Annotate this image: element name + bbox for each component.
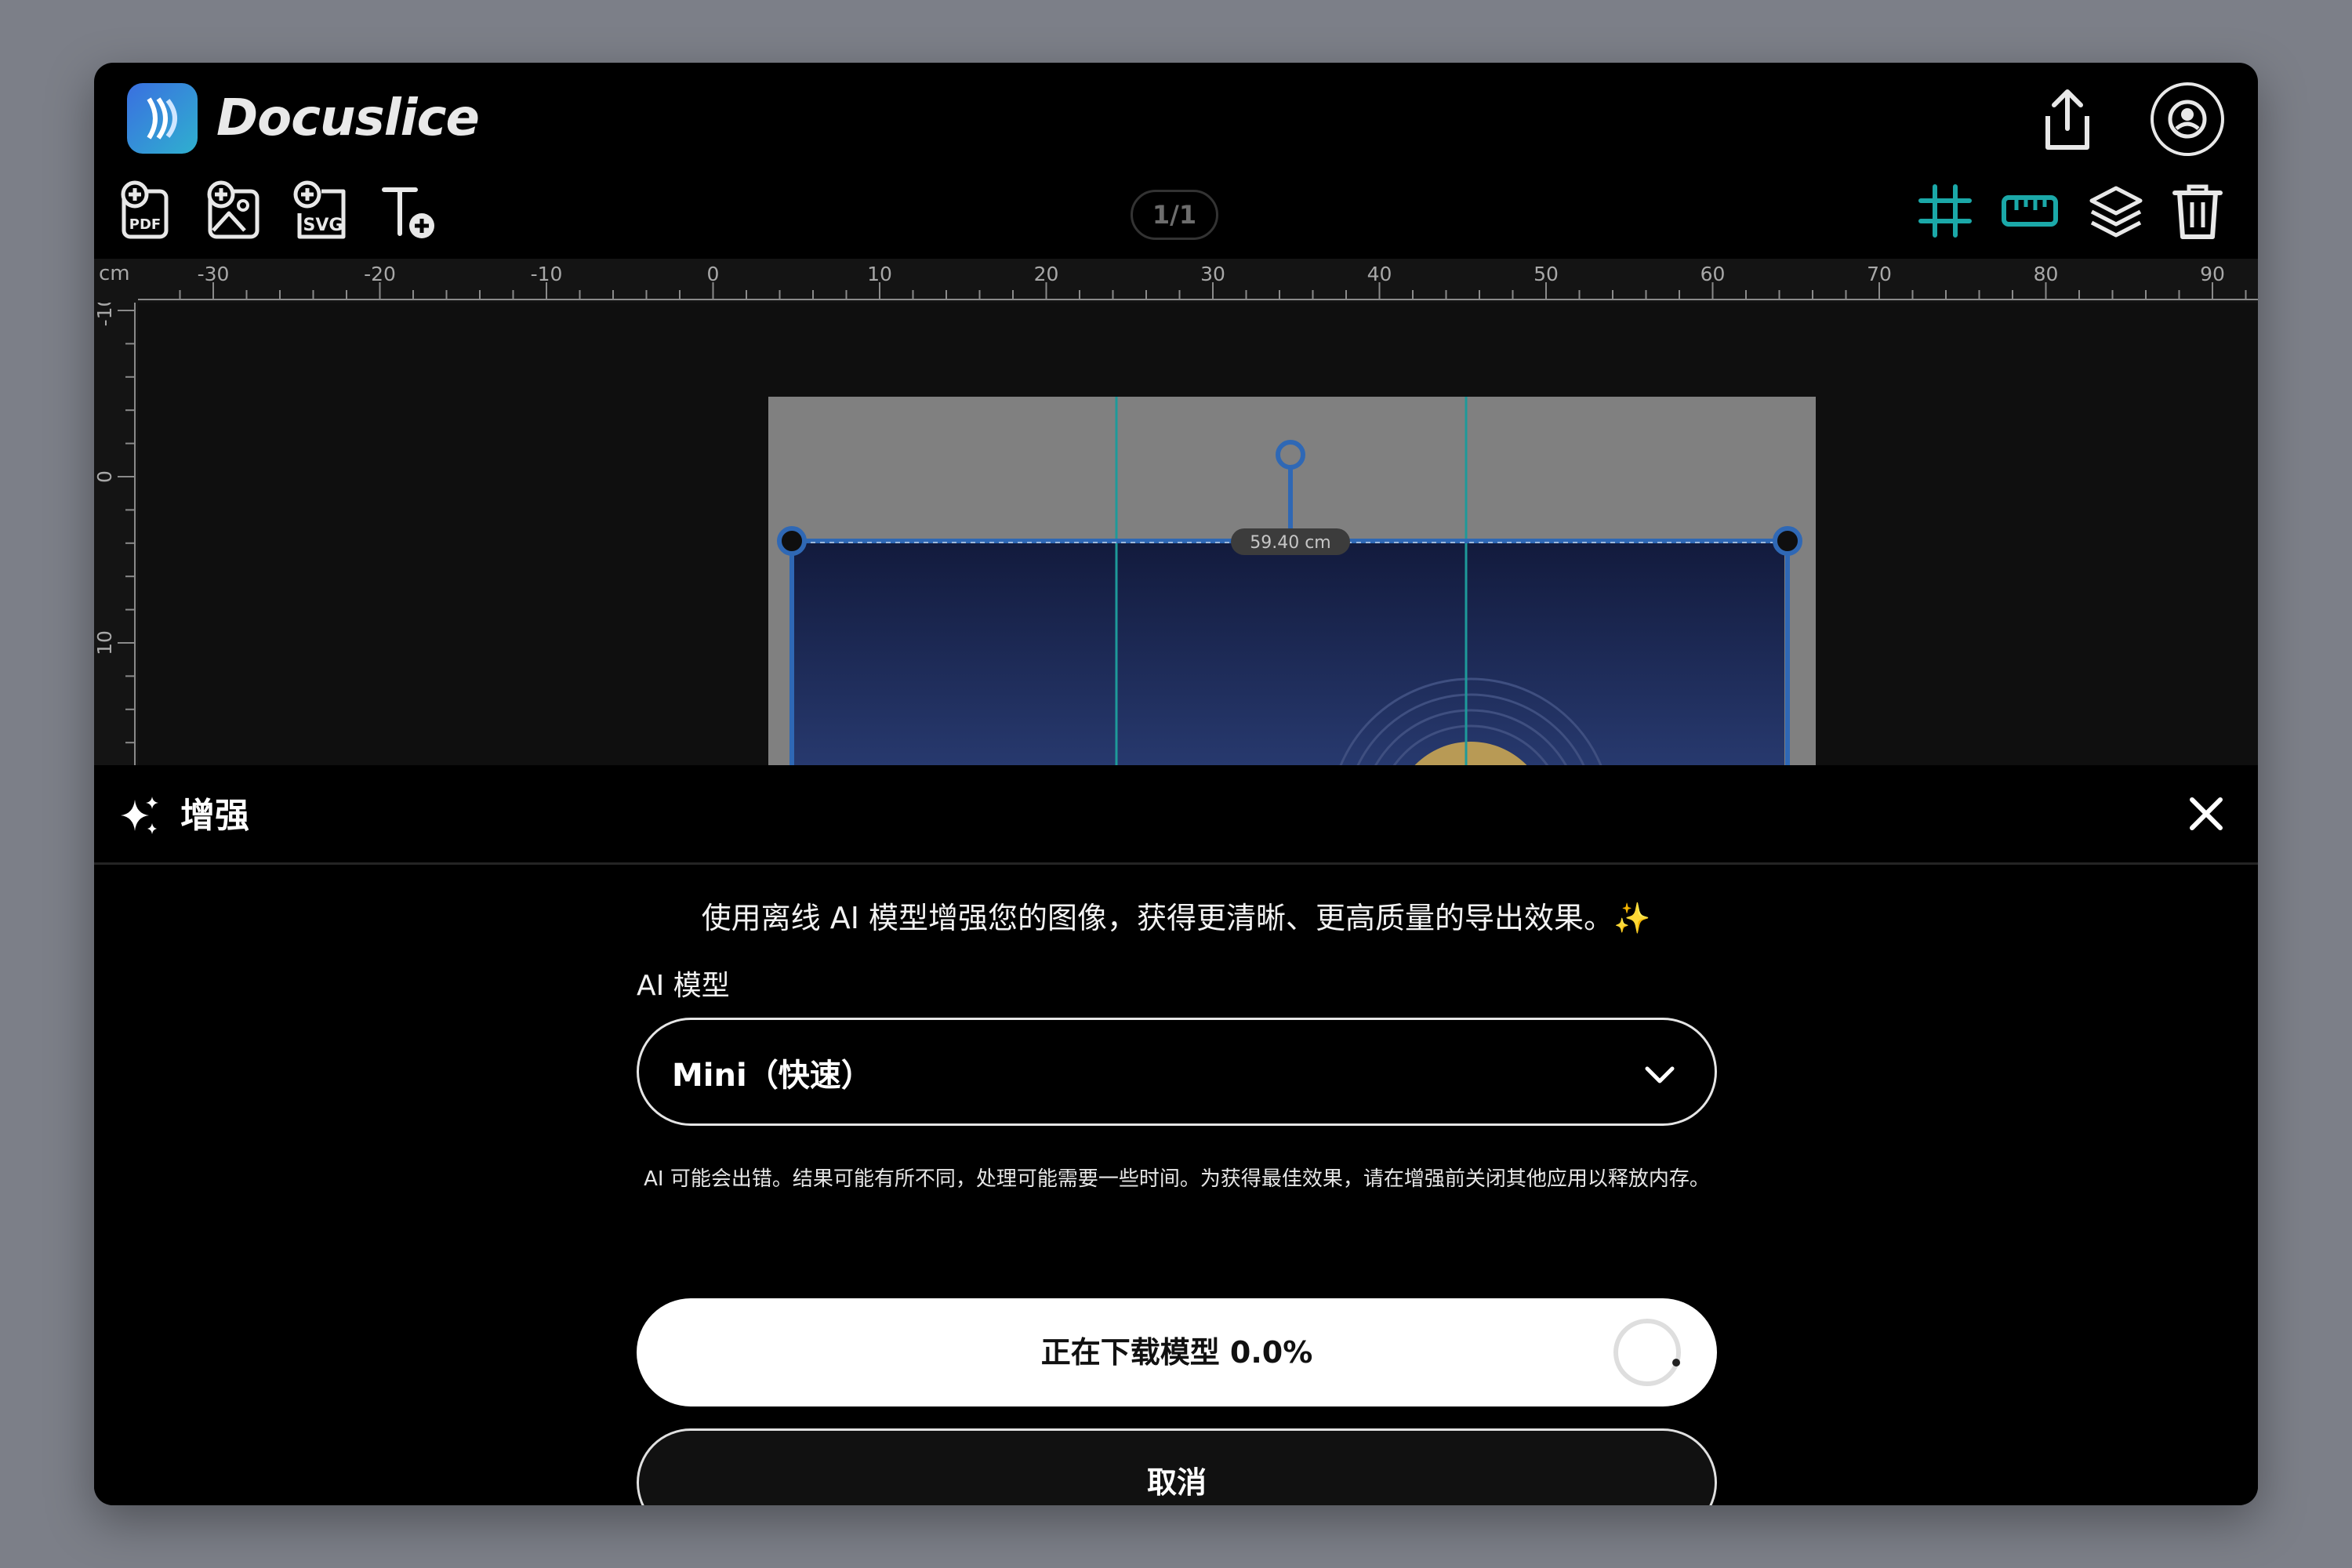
logo-mark-icon (147, 97, 177, 140)
enhance-panel-header: 增强 (94, 765, 2258, 865)
add-svg-icon[interactable]: SVG (290, 179, 351, 241)
horizontal-ruler: -30 -20 -10 0 10 20 30 40 50 60 70 80 90 (94, 259, 2258, 303)
loading-spinner-icon (1610, 1316, 1684, 1389)
layers-icon[interactable] (2089, 183, 2143, 240)
ruler-tick-label: 10 (94, 630, 116, 655)
rotate-handle[interactable] (1276, 440, 1305, 470)
ruler-tick-label: 10 (867, 263, 892, 285)
account-icon[interactable] (2148, 80, 2227, 158)
ruler-tick-label: -10 (94, 303, 116, 326)
ruler-tick-label: 20 (1034, 263, 1059, 285)
ruler-tick-label: -20 (364, 263, 396, 285)
page-indicator[interactable]: 1/1 (1131, 190, 1218, 240)
add-pdf-icon[interactable]: PDF (118, 179, 172, 241)
model-select[interactable]: Mini（快速） (637, 1018, 1717, 1126)
enhance-panel-title: 增强 (180, 796, 249, 836)
ruler-tick-label: 0 (94, 470, 116, 483)
ruler-tick-label: 60 (1700, 263, 1726, 285)
ruler-tick-label: 50 (1534, 263, 1559, 285)
disclaimer-text: AI 可能会出错。结果可能有所不同，处理可能需要一些时间。为获得最佳效果，请在增… (644, 1167, 1710, 1191)
model-select-value: Mini（快速） (672, 1058, 873, 1094)
enhance-intro-text: 使用离线 AI 模型增强您的图像，获得更清晰、更高质量的导出效果。✨ (701, 901, 1651, 935)
add-text-icon[interactable] (379, 179, 437, 241)
add-svg-glyph: SVG (303, 216, 343, 235)
ruler-tick-label: 40 (1367, 263, 1392, 285)
add-image-icon[interactable] (204, 179, 263, 241)
sparkles-icon (118, 793, 162, 837)
ruler-tick-label: 80 (2034, 263, 2059, 285)
ruler-tick-label: -10 (531, 263, 563, 285)
ruler-tick-label: -30 (198, 263, 230, 285)
trash-icon[interactable] (2172, 180, 2223, 241)
ruler-tick-label: 30 (1200, 263, 1225, 285)
cancel-label: 取消 (1146, 1465, 1207, 1500)
share-icon[interactable] (2035, 85, 2100, 154)
close-icon[interactable] (2186, 793, 2227, 834)
selection-width-label: 59.40 cm (1250, 533, 1331, 553)
ruler-tick-label: 0 (707, 263, 720, 285)
poster-image[interactable] (792, 539, 1784, 963)
ruler-tick-label: 70 (1867, 263, 1892, 285)
enhance-panel: 增强 使用离线 AI 模型增强您的图像，获得更清晰、更高质量的导出效果。✨ AI… (94, 765, 2258, 1505)
canvas-area[interactable]: 59.40 cm (138, 303, 2258, 963)
resize-handle[interactable] (1773, 526, 1802, 556)
chevron-down-icon (1639, 1054, 1680, 1095)
ruler-icon[interactable] (2001, 191, 2059, 230)
vertical-ruler: -10 0 10 (94, 295, 138, 765)
ruler-tick-label: 90 (2200, 263, 2225, 285)
app-logo (127, 83, 198, 154)
ruler-unit-label: cm (99, 262, 130, 285)
download-label: 正在下载模型 0.0% (1040, 1335, 1313, 1370)
cancel-button[interactable]: 取消 (637, 1428, 1717, 1505)
app-window: Docuslice PDF SVG 1/1 -30 -20 -10 0 10 2… (94, 63, 2258, 1505)
app-title: Docuslice (216, 89, 480, 147)
resize-handle[interactable] (777, 526, 807, 556)
grid-icon[interactable] (1918, 183, 1973, 238)
download-model-button[interactable]: 正在下载模型 0.0% (637, 1298, 1717, 1406)
add-pdf-glyph: PDF (129, 216, 161, 233)
model-label: AI 模型 (637, 970, 730, 1002)
